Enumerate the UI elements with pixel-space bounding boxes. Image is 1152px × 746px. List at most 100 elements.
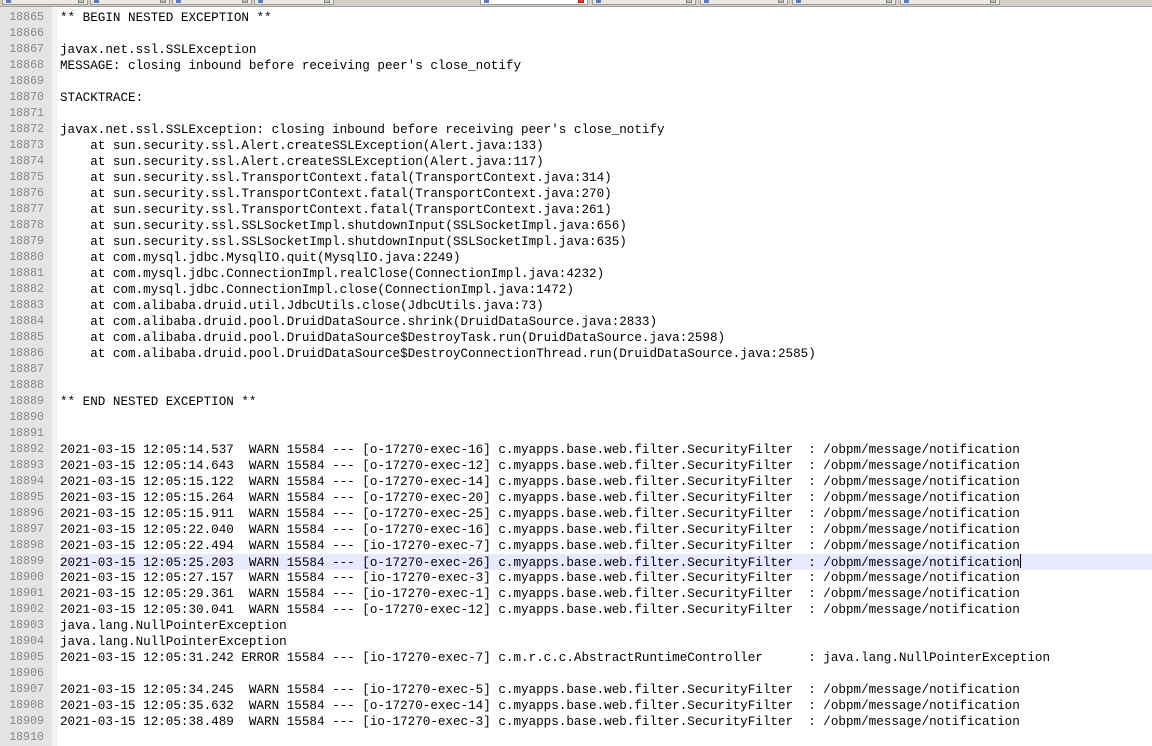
editor-line[interactable]: 18866	[0, 26, 1152, 42]
line-text[interactable]: 2021-03-15 12:05:27.157 WARN 15584 --- […	[60, 570, 1152, 586]
editor-line[interactable]: 18877 at sun.security.ssl.TransportConte…	[0, 202, 1152, 218]
line-text[interactable]: at sun.security.ssl.Alert.createSSLExcep…	[60, 154, 1152, 170]
line-text[interactable]: at sun.security.ssl.Alert.createSSLExcep…	[60, 138, 1152, 154]
document-tab[interactable]	[700, 0, 788, 5]
editor-line[interactable]: 18885 at com.alibaba.druid.pool.DruidDat…	[0, 330, 1152, 346]
close-icon[interactable]	[778, 0, 784, 3]
line-text[interactable]	[60, 666, 1152, 682]
editor-line[interactable]: 18902 2021-03-15 12:05:30.041 WARN 15584 …	[0, 602, 1152, 618]
editor-line[interactable]: 18867 javax.net.ssl.SSLException	[0, 42, 1152, 58]
line-text[interactable]	[60, 426, 1152, 442]
line-text[interactable]: at sun.security.ssl.TransportContext.fat…	[60, 170, 1152, 186]
editor-line[interactable]: 18898 2021-03-15 12:05:22.494 WARN 15584 …	[0, 538, 1152, 554]
line-text[interactable]: at com.alibaba.druid.pool.DruidDataSourc…	[60, 346, 1152, 362]
document-tab[interactable]	[90, 0, 170, 5]
editor-line[interactable]: 18904 java.lang.NullPointerException	[0, 634, 1152, 650]
close-icon[interactable]	[160, 0, 166, 3]
line-text[interactable]: java.lang.NullPointerException	[60, 618, 1152, 634]
editor-line[interactable]: 18909 2021-03-15 12:05:38.489 WARN 15584 …	[0, 714, 1152, 730]
editor-line[interactable]: 18882 at com.mysql.jdbc.ConnectionImpl.c…	[0, 282, 1152, 298]
editor-line[interactable]: 18897 2021-03-15 12:05:22.040 WARN 15584 …	[0, 522, 1152, 538]
line-text[interactable]: at sun.security.ssl.TransportContext.fat…	[60, 202, 1152, 218]
editor-line[interactable]: 18905 2021-03-15 12:05:31.242 ERROR 15584…	[0, 650, 1152, 666]
line-text[interactable]: 2021-03-15 12:05:15.264 WARN 15584 --- […	[60, 490, 1152, 506]
line-text[interactable]: 2021-03-15 12:05:14.643 WARN 15584 --- […	[60, 458, 1152, 474]
line-text[interactable]: 2021-03-15 12:05:15.122 WARN 15584 --- […	[60, 474, 1152, 490]
editor-line[interactable]: 18869	[0, 74, 1152, 90]
line-text[interactable]: MESSAGE: closing inbound before receivin…	[60, 58, 1152, 74]
editor-line[interactable]: 18875 at sun.security.ssl.TransportConte…	[0, 170, 1152, 186]
line-text[interactable]: 2021-03-15 12:05:22.494 WARN 15584 --- […	[60, 538, 1152, 554]
close-icon[interactable]	[990, 0, 996, 3]
line-text[interactable]: 2021-03-15 12:05:29.361 WARN 15584 --- […	[60, 586, 1152, 602]
editor-line[interactable]: 18873 at sun.security.ssl.Alert.createSS…	[0, 138, 1152, 154]
close-icon[interactable]	[686, 0, 692, 3]
line-text[interactable]	[60, 106, 1152, 122]
line-text[interactable]: 2021-03-15 12:05:25.203 WARN 15584 --- […	[60, 554, 1152, 570]
line-text[interactable]: 2021-03-15 12:05:15.911 WARN 15584 --- […	[60, 506, 1152, 522]
close-icon[interactable]	[886, 0, 892, 3]
editor-line[interactable]: 18883 at com.alibaba.druid.util.JdbcUtil…	[0, 298, 1152, 314]
line-text[interactable]	[60, 74, 1152, 90]
editor-line[interactable]: 18900 2021-03-15 12:05:27.157 WARN 15584 …	[0, 570, 1152, 586]
editor-line[interactable]: 18880 at com.mysql.jdbc.MysqlIO.quit(Mys…	[0, 250, 1152, 266]
line-text[interactable]: at com.mysql.jdbc.MysqlIO.quit(MysqlIO.j…	[60, 250, 1152, 266]
document-tab[interactable]	[172, 0, 252, 5]
line-text[interactable]: at sun.security.ssl.SSLSocketImpl.shutdo…	[60, 234, 1152, 250]
line-text[interactable]	[60, 26, 1152, 42]
close-icon[interactable]	[242, 0, 248, 3]
editor-line[interactable]: 18894 2021-03-15 12:05:15.122 WARN 15584 …	[0, 474, 1152, 490]
editor-line[interactable]: 18896 2021-03-15 12:05:15.911 WARN 15584 …	[0, 506, 1152, 522]
editor-line[interactable]: 18891	[0, 426, 1152, 442]
line-text[interactable]	[60, 378, 1152, 394]
editor-line[interactable]: 18865 ** BEGIN NESTED EXCEPTION **	[0, 10, 1152, 26]
editor-line[interactable]: 18907 2021-03-15 12:05:34.245 WARN 15584 …	[0, 682, 1152, 698]
editor-line[interactable]: 18878 at sun.security.ssl.SSLSocketImpl.…	[0, 218, 1152, 234]
line-text[interactable]: at com.alibaba.druid.util.JdbcUtils.clos…	[60, 298, 1152, 314]
editor-line[interactable]: 18910	[0, 730, 1152, 746]
line-text[interactable]: 2021-03-15 12:05:35.632 WARN 15584 --- […	[60, 698, 1152, 714]
line-text[interactable]: at com.alibaba.druid.pool.DruidDataSourc…	[60, 330, 1152, 346]
editor-line[interactable]: 18887	[0, 362, 1152, 378]
line-text[interactable]: at com.mysql.jdbc.ConnectionImpl.close(C…	[60, 282, 1152, 298]
line-text[interactable]: at com.mysql.jdbc.ConnectionImpl.realClo…	[60, 266, 1152, 282]
line-text[interactable]: 2021-03-15 12:05:34.245 WARN 15584 --- […	[60, 682, 1152, 698]
line-text[interactable]: ** END NESTED EXCEPTION **	[60, 394, 1152, 410]
close-icon[interactable]	[78, 0, 84, 3]
editor-line[interactable]: 18879 at sun.security.ssl.SSLSocketImpl.…	[0, 234, 1152, 250]
line-text[interactable]: at sun.security.ssl.TransportContext.fat…	[60, 186, 1152, 202]
line-text[interactable]: javax.net.ssl.SSLException: closing inbo…	[60, 122, 1152, 138]
editor-line[interactable]: 18888	[0, 378, 1152, 394]
line-text[interactable]: at sun.security.ssl.SSLSocketImpl.shutdo…	[60, 218, 1152, 234]
editor-line[interactable]: 18874 at sun.security.ssl.Alert.createSS…	[0, 154, 1152, 170]
document-tab[interactable]	[900, 0, 1000, 5]
line-text[interactable]: 2021-03-15 12:05:14.537 WARN 15584 --- […	[60, 442, 1152, 458]
editor-line[interactable]: 18870 STACKTRACE:	[0, 90, 1152, 106]
line-text[interactable]	[60, 730, 1152, 746]
editor-line[interactable]: 18892 2021-03-15 12:05:14.537 WARN 15584 …	[0, 442, 1152, 458]
editor-line[interactable]: 18876 at sun.security.ssl.TransportConte…	[0, 186, 1152, 202]
editor-line[interactable]: 18872 javax.net.ssl.SSLException: closing…	[0, 122, 1152, 138]
line-text[interactable]: 2021-03-15 12:05:30.041 WARN 15584 --- […	[60, 602, 1152, 618]
editor-line[interactable]: 18881 at com.mysql.jdbc.ConnectionImpl.r…	[0, 266, 1152, 282]
editor-line[interactable]: 18871	[0, 106, 1152, 122]
line-text[interactable]: 2021-03-15 12:05:22.040 WARN 15584 --- […	[60, 522, 1152, 538]
document-tab[interactable]	[254, 0, 334, 5]
document-tab[interactable]	[592, 0, 696, 5]
line-text[interactable]: 2021-03-15 12:05:38.489 WARN 15584 --- […	[60, 714, 1152, 730]
line-text[interactable]	[60, 362, 1152, 378]
text-editor[interactable]: 18865 ** BEGIN NESTED EXCEPTION ** 18866 18…	[0, 7, 1152, 746]
editor-line[interactable]: 18903 java.lang.NullPointerException	[0, 618, 1152, 634]
editor-line[interactable]: 18890	[0, 410, 1152, 426]
editor-line[interactable]: 18908 2021-03-15 12:05:35.632 WARN 15584 …	[0, 698, 1152, 714]
editor-line[interactable]: 18886 at com.alibaba.druid.pool.DruidDat…	[0, 346, 1152, 362]
line-text[interactable]: javax.net.ssl.SSLException	[60, 42, 1152, 58]
line-text[interactable]: at com.alibaba.druid.pool.DruidDataSourc…	[60, 314, 1152, 330]
document-tab[interactable]	[2, 0, 88, 5]
document-tab[interactable]	[480, 0, 588, 5]
editor-line[interactable]: 18899 2021-03-15 12:05:25.203 WARN 15584 …	[0, 554, 1152, 570]
document-tab[interactable]	[792, 0, 896, 5]
editor-line[interactable]: 18868 MESSAGE: closing inbound before rec…	[0, 58, 1152, 74]
editor-line[interactable]: 18893 2021-03-15 12:05:14.643 WARN 15584 …	[0, 458, 1152, 474]
editor-line[interactable]: 18889 ** END NESTED EXCEPTION **	[0, 394, 1152, 410]
